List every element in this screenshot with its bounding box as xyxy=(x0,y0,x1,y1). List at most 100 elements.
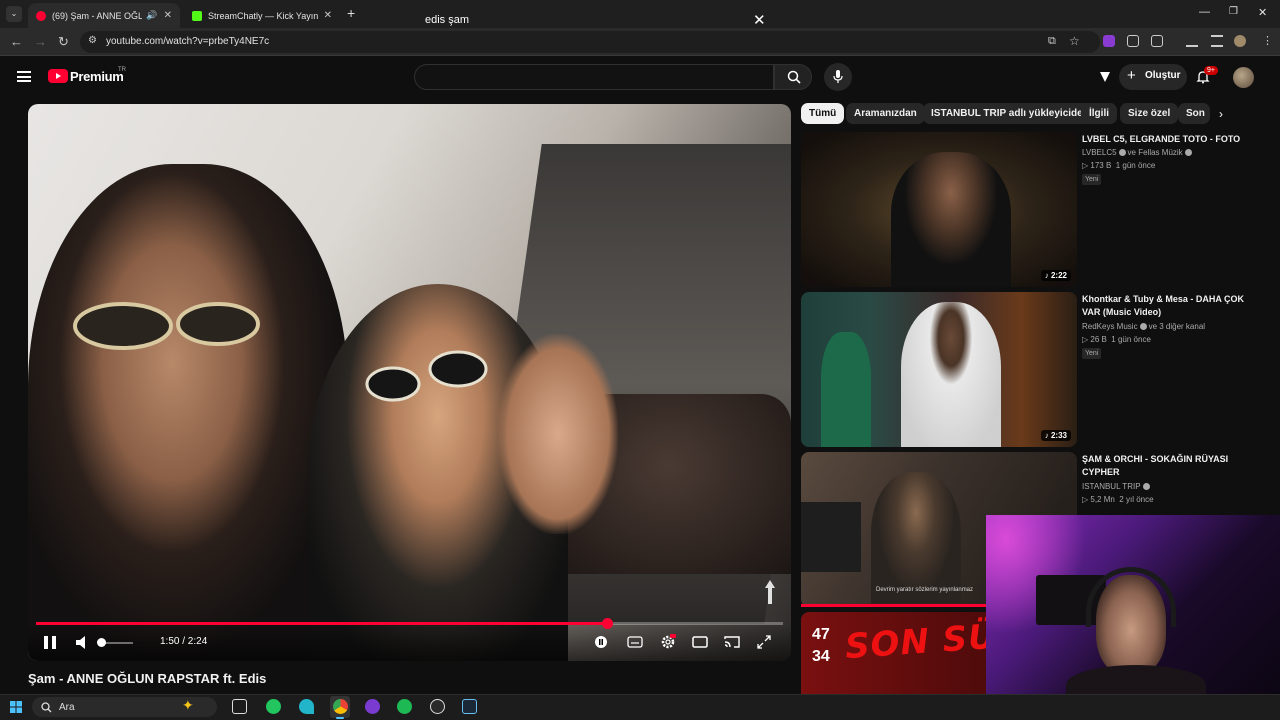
volume-slider-knob[interactable] xyxy=(97,638,106,647)
url-bar[interactable]: ⚙ youtube.com/watch?v=prbeTy4NE7c xyxy=(80,31,1100,53)
thumbnail-person xyxy=(901,302,1001,447)
youtube-favicon-icon xyxy=(36,10,46,21)
speaker-icon[interactable]: 🔊 xyxy=(146,10,157,21)
progress-bar-played xyxy=(36,622,607,625)
rec-channel[interactable]: ISTANBUL TRIP xyxy=(1082,482,1152,491)
video-thumbnail[interactable]: ♪ 2:22 xyxy=(801,132,1077,287)
account-avatar[interactable] xyxy=(1233,67,1254,88)
volume-icon[interactable] xyxy=(75,635,91,650)
channel-watermark-icon[interactable] xyxy=(763,580,777,604)
streamchatly-favicon-icon xyxy=(192,10,202,21)
tab-streamchatly[interactable]: StreamChatly — Kick Yayıncıları için ✕ xyxy=(184,3,340,28)
video-thumbnail[interactable]: ♪ 2:33 xyxy=(801,292,1077,447)
steam-icon[interactable] xyxy=(462,699,477,714)
video-player[interactable]: 1:50 / 2:24 xyxy=(28,104,791,661)
tab-close-icon[interactable]: ✕ xyxy=(324,10,332,21)
autoplay-toggle-icon[interactable] xyxy=(593,634,609,650)
restore-icon[interactable]: ❐ xyxy=(1229,6,1238,17)
forward-icon[interactable]: → xyxy=(34,34,47,49)
url-text[interactable]: youtube.com/watch?v=prbeTy4NE7c xyxy=(106,36,269,47)
thumbnail-numbers: 47 34 xyxy=(812,624,830,668)
task-view-icon[interactable] xyxy=(232,699,247,714)
new-badge: Yeni xyxy=(1082,348,1102,359)
window-close-icon[interactable]: ✕ xyxy=(1258,6,1267,19)
bookmark-star-icon[interactable]: ☆ xyxy=(1069,34,1080,48)
chrome-icon[interactable] xyxy=(333,699,348,714)
pause-icon[interactable] xyxy=(44,636,56,649)
watched-progress-bar xyxy=(801,604,991,607)
cast-icon[interactable] xyxy=(724,634,740,650)
rec-title[interactable]: Khontkar & Tuby & Mesa - DAHA ÇOK VAR (M… xyxy=(1082,293,1252,319)
youtube-header: Premium TR + Oluştur 9+ xyxy=(0,56,1280,98)
thumbnail-number: 34 xyxy=(812,648,830,665)
download-icon[interactable] xyxy=(1186,35,1198,47)
chip-from-uploader[interactable]: ISTANBUL TRIP adlı yükleyiciden xyxy=(923,103,1097,124)
install-app-icon[interactable]: ⧉ xyxy=(1048,35,1056,48)
spotify-icon[interactable] xyxy=(397,699,412,714)
rec-channel[interactable]: RedKeys Music ve 3 diğer kanal xyxy=(1082,322,1205,331)
tab-youtube[interactable]: (69) Şam - ANNE OĞLUN RAPSTAR ft. Edis -… xyxy=(28,3,180,28)
new-tab-button[interactable]: + xyxy=(347,5,355,21)
app-green-icon[interactable] xyxy=(266,699,281,714)
chip-recent[interactable]: Son xyxy=(1178,103,1210,124)
reading-list-icon[interactable] xyxy=(1211,35,1223,47)
app-purple-icon[interactable] xyxy=(365,699,380,714)
extension-purple-icon[interactable] xyxy=(1103,35,1115,47)
channel-extra: ve 3 diğer kanal xyxy=(1148,322,1206,331)
verified-icon xyxy=(1118,149,1126,156)
video-frame-sunglasses xyxy=(365,350,488,402)
app-wing-icon[interactable] xyxy=(299,699,314,714)
windows-start-icon[interactable] xyxy=(10,701,22,713)
mic-icon xyxy=(833,70,843,83)
chip-from-search[interactable]: Aramanızdan xyxy=(846,103,925,124)
verified-icon xyxy=(1139,323,1147,330)
create-label: Oluştur xyxy=(1145,70,1181,81)
fullscreen-exit-icon[interactable] xyxy=(756,634,772,650)
chip-related[interactable]: İlgili xyxy=(1081,103,1117,124)
chip-for-you[interactable]: Size özel xyxy=(1120,103,1179,124)
search-button[interactable] xyxy=(774,64,812,90)
extension-gamepad-icon[interactable] xyxy=(1127,35,1139,47)
settings-gear-icon[interactable] xyxy=(660,634,676,650)
youtube-brand[interactable]: Premium xyxy=(70,69,124,84)
obs-icon[interactable] xyxy=(430,699,445,714)
tab-close-icon[interactable]: ✕ xyxy=(164,10,172,21)
browser-tab-bar: ⌄ (69) Şam - ANNE OĞLUN RAPSTAR ft. Edis… xyxy=(0,0,1280,28)
theater-mode-icon[interactable] xyxy=(692,634,708,650)
verified-icon xyxy=(1184,149,1192,156)
view-count: 5,2 Mn xyxy=(1090,495,1115,504)
search-input-box[interactable] xyxy=(414,64,774,90)
site-info-icon[interactable]: ⚙ xyxy=(88,35,97,46)
rec-title[interactable]: ŞAM & ORCHI - SOKAĞIN RÜYASI CYPHER xyxy=(1082,453,1252,479)
hamburger-menu-icon[interactable] xyxy=(17,71,31,82)
reload-icon[interactable]: ↻ xyxy=(58,34,69,50)
subtitles-icon[interactable] xyxy=(627,634,643,650)
sparkle-icon: ✦ xyxy=(182,697,194,713)
channel-extra: ve Fellas Müzik xyxy=(1127,148,1183,157)
tab-search-button[interactable]: ⌄ xyxy=(6,6,22,22)
clear-search-icon[interactable]: ✕ xyxy=(753,11,766,29)
chevron-right-icon[interactable]: › xyxy=(1219,107,1223,121)
upload-age: 2 yıl önce xyxy=(1119,495,1154,504)
view-count: 173 B xyxy=(1090,161,1112,170)
thumbnail-number: 47 xyxy=(812,626,830,643)
extensions-puzzle-icon[interactable] xyxy=(1151,35,1163,47)
search-input[interactable]: edis şam xyxy=(425,14,469,26)
search-icon xyxy=(41,702,52,713)
channel-name: RedKeys Music xyxy=(1082,322,1138,331)
player-control-bar xyxy=(28,624,791,661)
minimize-icon[interactable]: — xyxy=(1199,6,1210,18)
youtube-logo-icon[interactable] xyxy=(48,69,68,83)
voice-search-button[interactable] xyxy=(824,63,852,91)
address-toolbar: ← → ↻ ⚙ youtube.com/watch?v=prbeTy4NE7c … xyxy=(0,28,1280,56)
rec-title[interactable]: LVBEL C5, ELGRANDE TOTO - FOTO xyxy=(1082,133,1252,146)
chip-all[interactable]: Tümü xyxy=(801,103,845,124)
back-icon[interactable]: ← xyxy=(10,34,23,49)
profile-avatar-icon[interactable] xyxy=(1234,35,1246,47)
tab-title: StreamChatly — Kick Yayıncıları için xyxy=(208,10,318,21)
browser-menu-icon[interactable]: ⋮ xyxy=(1262,34,1273,47)
rec-channel[interactable]: LVBELC5 ve Fellas Müzik xyxy=(1082,148,1194,157)
plus-icon: + xyxy=(1127,67,1136,84)
progress-scrubber[interactable] xyxy=(601,618,613,629)
cast-to-tv-icon[interactable] xyxy=(1098,70,1112,84)
